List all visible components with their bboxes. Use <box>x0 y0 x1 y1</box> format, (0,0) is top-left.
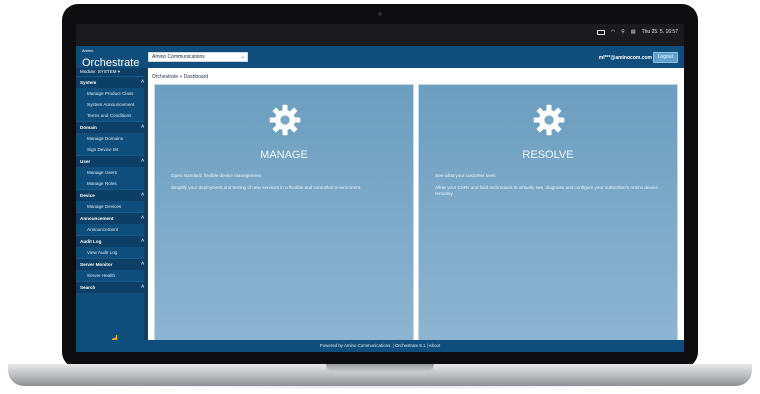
resolve-panel[interactable]: RESOLVE See what your customer sees Allo… <box>418 84 678 352</box>
sidebar-section-system[interactable]: System ˄ <box>76 76 148 88</box>
sidebar-item-system-announcement[interactable]: System Announcement <box>76 99 148 110</box>
sidebar-item-manage-product-class[interactable]: Manage Product Class <box>76 88 148 99</box>
section-label: Search <box>80 285 96 290</box>
main-content: Orchestrate » Dashboard MANAGE Open stan… <box>148 68 684 352</box>
sidebar-section-server-monitor[interactable]: Server Monitor ˄ <box>76 258 148 270</box>
section-label: System <box>80 80 97 85</box>
battery-icon <box>596 29 605 35</box>
manage-title: MANAGE <box>260 149 308 161</box>
wifi-icon: ◠ <box>610 29 616 35</box>
page-footer: Powered by Amino Communications. | Orche… <box>76 340 684 352</box>
resolve-title: RESOLVE <box>522 149 574 161</box>
breadcrumb: Orchestrate » Dashboard <box>152 74 209 80</box>
status-icons: ◠ ⚲ ▤ Thu 25. 5. 16:57 <box>596 29 678 35</box>
manage-description: Simplify your deployment and testing of … <box>171 185 362 190</box>
user-email[interactable]: ml***@aminocom.com <box>599 55 652 61</box>
sidebar-item-server-health[interactable]: Server Health <box>76 270 148 281</box>
camera-icon <box>378 12 382 16</box>
sidebar-section-announcement[interactable]: Announcement ˄ <box>76 212 148 224</box>
sidebar-section-search[interactable]: Search ˄ <box>76 281 148 293</box>
app-header: Amino Orchestrate Amino Communications ⌄… <box>76 46 684 69</box>
section-label: User <box>80 159 91 164</box>
sidebar-item-terms[interactable]: Terms and Conditions <box>76 110 148 121</box>
logo-small-text: Amino <box>82 48 94 53</box>
screen: ◠ ⚲ ▤ Thu 25. 5. 16:57 Amino Orchestrate… <box>76 24 684 352</box>
sidebar-section-device[interactable]: Device ˄ <box>76 189 148 201</box>
sidebar-item-manage-users[interactable]: Manage Users <box>76 167 148 178</box>
gear-icon <box>269 104 301 136</box>
resolve-subtitle: See what your customer sees <box>435 173 496 178</box>
module-selector[interactable]: Module: SYSTEM ▾ <box>76 68 148 76</box>
status-time: Thu 25. 5. 16:57 <box>641 29 678 35</box>
sidebar-section-domain[interactable]: Domain ˄ <box>76 121 148 133</box>
sidebar: Module: SYSTEM ▾ System ˄ Manage Product … <box>76 68 148 352</box>
section-label: Server Monitor <box>80 262 113 267</box>
sidebar-item-announcement[interactable]: Announcement <box>76 224 148 235</box>
manage-panel[interactable]: MANAGE Open standard, flexible device ma… <box>154 84 414 352</box>
section-label: Domain <box>80 125 97 130</box>
search-icon: ⚲ <box>621 29 625 35</box>
sidebar-item-view-audit-log[interactable]: View Audit Log <box>76 247 148 258</box>
section-label: Device <box>80 193 95 198</box>
resolve-description: Allow your CSRs and field technicians to… <box>435 185 658 196</box>
organisation-select-value: Amino Communications <box>152 54 205 60</box>
sidebar-item-manage-roles[interactable]: Manage Roles <box>76 178 148 189</box>
section-label: Audit Log <box>80 239 102 244</box>
system-status-bar: ◠ ⚲ ▤ Thu 25. 5. 16:57 <box>76 24 684 46</box>
chevron-down-icon: ⌄ <box>240 54 245 60</box>
sidebar-item-sign-device[interactable]: Sign Device IM <box>76 144 148 155</box>
sidebar-section-audit-log[interactable]: Audit Log ˄ <box>76 235 148 247</box>
organisation-select[interactable]: Amino Communications ⌄ <box>148 52 248 62</box>
control-center-icon: ▤ <box>630 29 636 35</box>
sidebar-item-manage-devices[interactable]: Manage Devices <box>76 201 148 212</box>
section-label: Announcement <box>80 216 114 221</box>
gear-icon <box>533 104 565 136</box>
logout-button[interactable]: Logout <box>652 52 678 63</box>
sidebar-section-user[interactable]: User ˄ <box>76 155 148 167</box>
laptop-notch <box>326 364 434 372</box>
manage-subtitle: Open standard, flexible device managemen… <box>171 173 261 178</box>
sidebar-item-manage-domains[interactable]: Manage Domains <box>76 133 148 144</box>
